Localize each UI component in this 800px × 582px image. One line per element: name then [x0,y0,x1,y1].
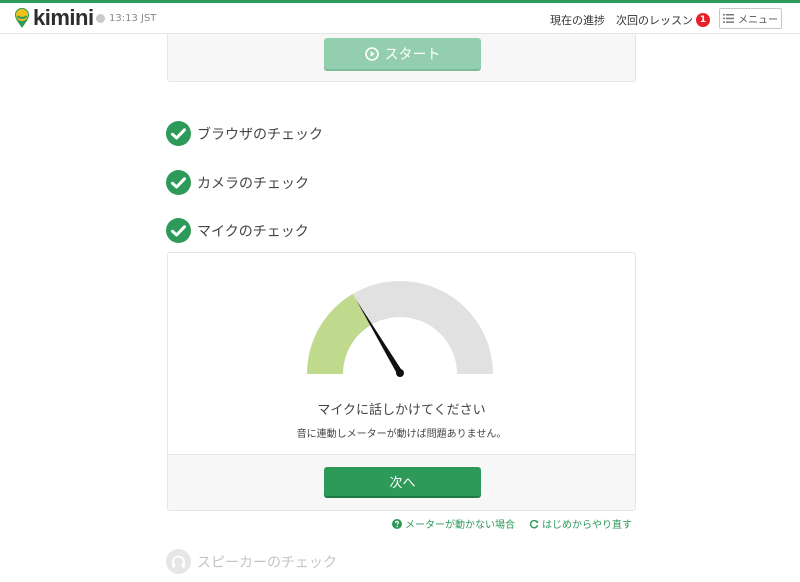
meter-not-moving-link[interactable]: メーターが動かない場合 [392,516,515,531]
restart-label: はじめからやり直す [542,520,632,531]
check-mic: マイクのチェック [166,218,309,243]
meter-needle-pivot [396,369,404,377]
clock-icon [96,14,105,23]
clock: 13:13 JST [96,13,156,24]
check-speaker-label: スピーカーのチェック [197,554,337,571]
check-browser-label: ブラウザのチェック [197,126,323,143]
check-browser: ブラウザのチェック [166,121,323,146]
brand-name: kimini [33,5,94,30]
meter-not-moving-label: メーターが動かない場合 [405,520,515,531]
play-circle-icon [364,46,379,61]
menu-button[interactable]: メニュー [719,8,782,29]
kimini-logo[interactable]: kimini [14,6,94,30]
help-links: メーターが動かない場合 はじめからやり直す [392,516,632,531]
check-camera: カメラのチェック [166,170,309,195]
menu-label: メニュー [738,15,778,26]
headphones-icon [166,549,191,574]
check-complete-icon [166,218,191,243]
refresh-icon [529,519,539,528]
mic-check-panel: マイクに話しかけてください 音に連動しメーターが動けば問題ありません。 次へ [167,252,636,511]
mic-level-meter [307,281,493,377]
check-complete-icon [166,170,191,195]
start-button[interactable]: スタート [324,38,481,69]
mic-instruction-title: マイクに話しかけてください [317,403,486,418]
nav-current-progress[interactable]: 現在の進捗 [550,12,605,28]
list-icon [723,14,734,23]
start-panel: スタート [167,34,636,82]
help-question-icon [392,518,402,529]
mic-instruction-subtitle: 音に連動しメーターが動けば問題ありません。 [296,429,507,440]
next-button[interactable]: 次へ [324,467,481,496]
check-speaker: スピーカーのチェック [166,549,337,574]
check-mic-label: マイクのチェック [197,223,309,240]
restart-link[interactable]: はじめからやり直す [529,516,632,531]
clock-time: 13:13 JST [109,13,157,24]
next-lesson-badge: 1 [696,13,710,27]
app-header: kimini 13:13 JST 現在の進捗 次回のレッスン 1 メニュー [0,3,800,34]
mic-panel-footer: 次へ [168,454,635,510]
logo-mark-icon [15,8,29,28]
nav-next-lesson[interactable]: 次回のレッスン 1 [616,12,710,28]
check-complete-icon [166,121,191,146]
nav-next-lesson-label: 次回のレッスン [616,14,693,27]
start-button-label: スタート [384,46,441,63]
check-camera-label: カメラのチェック [197,175,309,192]
